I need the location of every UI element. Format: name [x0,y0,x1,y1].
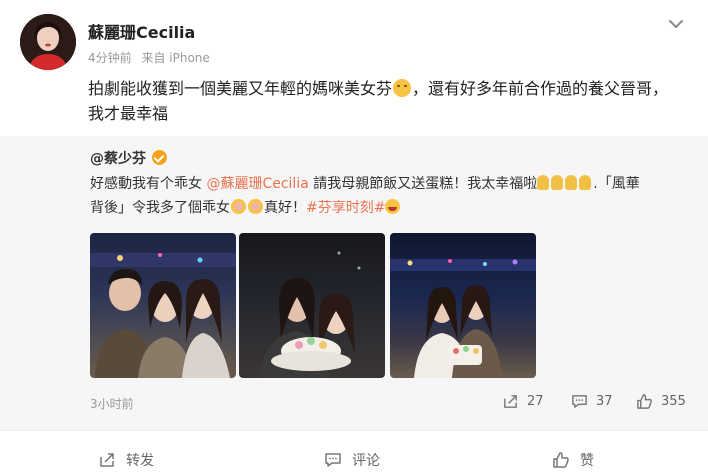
photo-thumbnail[interactable] [239,233,385,378]
ok-hand-emoji-icon [579,175,592,190]
share-icon [504,395,517,408]
like-button-label: 赞 [580,453,594,469]
post-source: 来自 iPhone [141,51,210,65]
post-text-part1: 拍劇能收獲到一個美麗又年輕的媽咪美女芬 [88,79,393,98]
repost-author-name[interactable]: @蔡少芬 [90,151,146,167]
smile-emoji-icon [393,79,412,97]
repost-button[interactable]: 转发 [98,450,154,470]
repost-text-part2: 我有个乖女 [132,176,207,192]
chevron-down-icon [669,20,683,28]
ok-hand-emoji-icon [537,175,550,190]
weibo-post-card: 蘇麗珊Cecilia 4分钟前 来自 iPhone 拍劇能收獲到一個美麗又年輕的… [0,0,708,476]
post-author-name[interactable]: 蘇麗珊Cecilia [88,19,195,43]
like-button[interactable]: 赞 [552,450,594,470]
repost-text-part3: 請我母親節飯又送蛋糕！我太幸福啦 [308,176,538,192]
repost-button-label: 转发 [126,453,154,469]
comment-icon [325,453,341,467]
thumbs-up-icon [553,452,569,468]
post-content: 拍劇能收獲到一個美麗又年輕的媽咪美女芬 ，還有好多年前合作過的養父晉哥，我才最幸福 [88,76,678,126]
action-bar: 转发 评论 赞 [0,430,708,476]
thumbs-up-icon [637,394,652,409]
repost-share-count[interactable]: 27 [502,393,544,410]
laugh-emoji-icon [385,199,401,214]
repost-text-part1: 好感動 [90,176,132,192]
post-meta: 4分钟前 来自 iPhone [88,49,210,66]
repost-content: 好感動我有个乖女 @蘇麗珊Cecilia 請我母親節飯又送蛋糕！我太幸福啦 .「風… [90,172,650,220]
repost-comment-count-value: 37 [596,394,613,409]
comment-button[interactable]: 评论 [324,450,380,470]
more-options-button[interactable] [666,14,686,34]
blush-emoji-icon [231,199,246,214]
repost-text-part5: 真好！ [264,200,306,216]
photo-thumbnail[interactable] [390,233,536,378]
ok-hand-emoji-icon [551,175,564,190]
hashtag-link[interactable]: #芬享时刻# [306,200,385,216]
share-icon [100,453,114,467]
comment-button-label: 评论 [352,453,380,469]
mention-link[interactable]: @蘇麗珊Cecilia [206,176,308,192]
blush-emoji-icon [248,199,263,214]
avatar[interactable] [20,14,76,70]
repost-time[interactable]: 3小时前 [90,395,134,412]
comment-icon [572,395,587,408]
repost-like-count[interactable]: 355 [636,393,686,410]
post-time[interactable]: 4分钟前 [88,51,132,65]
repost-like-count-value: 355 [661,394,686,409]
repost-author[interactable]: @蔡少芬 [90,148,167,168]
repost-share-count-value: 27 [527,394,544,409]
ok-hand-emoji-icon [565,175,578,190]
repost-comment-count[interactable]: 37 [571,393,613,410]
photo-thumbnail[interactable] [90,233,236,378]
verified-badge-icon [152,150,167,165]
